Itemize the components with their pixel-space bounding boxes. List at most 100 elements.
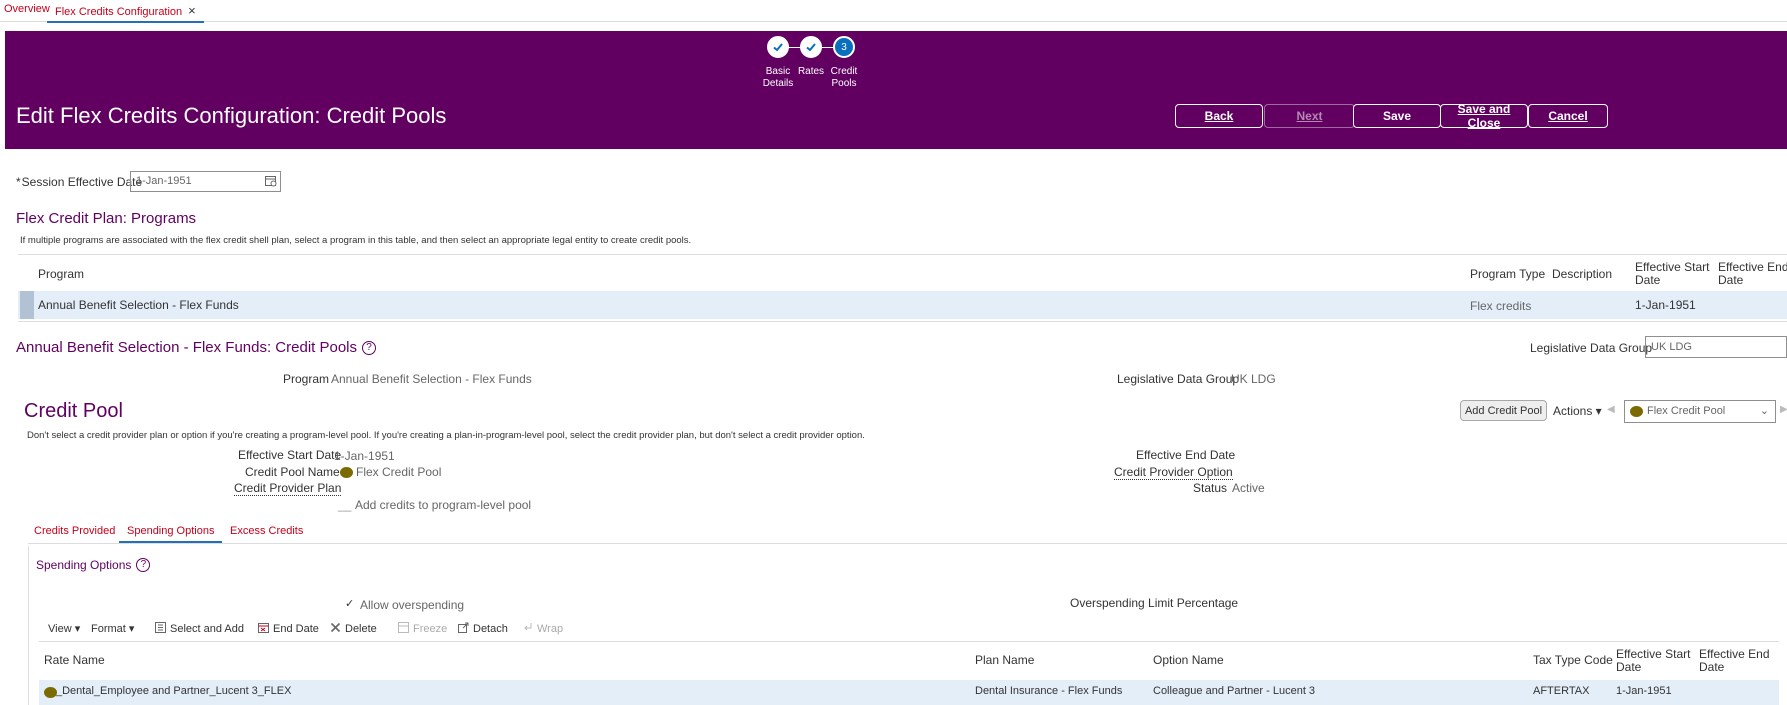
tab-flex-credits-configuration[interactable]: Flex Credits Configuration × (47, 3, 204, 23)
cell-program-type: Flex credits (1470, 299, 1532, 313)
legislative-data-group-label: Legislative Data Group (1117, 372, 1240, 386)
session-effective-date-label: *Session Effective Date (16, 175, 142, 189)
delete-button[interactable]: Delete (330, 622, 377, 635)
freeze-icon (398, 622, 409, 633)
end-date-button[interactable]: End Date (258, 622, 319, 635)
train-step-credit-pools[interactable]: 3 (833, 36, 855, 58)
legislative-data-group-input[interactable]: UK LDG (1645, 336, 1787, 358)
table-row[interactable]: _Dental_Employee and Partner_Lucent 3_FL… (39, 680, 1779, 705)
close-tab-icon[interactable]: × (188, 3, 196, 18)
wrap-icon (524, 623, 532, 631)
effective-end-date-label: Effective End Date (1136, 448, 1236, 462)
step-number: 3 (841, 41, 847, 53)
calendar-icon[interactable] (265, 175, 277, 187)
credit-pool-select[interactable]: Flex Credit Pool ⌄ (1624, 400, 1776, 423)
cell-effective-start-date: 1-Jan-1951 (1616, 685, 1672, 697)
add-credit-pool-button[interactable]: Add Credit Pool (1460, 400, 1547, 421)
session-label-text: Session Effective Date (21, 175, 143, 189)
status-label: Status (1193, 481, 1228, 495)
credit-pools-title-text: Annual Benefit Selection - Flex Funds: C… (16, 339, 358, 356)
delete-label: Delete (345, 623, 377, 635)
column-header-option-name: Option Name (1153, 653, 1224, 667)
programs-instructions: If multiple programs are associated with… (20, 235, 692, 246)
credit-pool-instructions: Don't select a credit provider plan or o… (27, 430, 865, 441)
allow-overspending-checkbox[interactable]: ✓ (345, 597, 354, 610)
table-row[interactable]: Annual Benefit Selection - Flex Funds Fl… (18, 291, 1787, 319)
credit-pool-name-value: Flex Credit Pool (356, 465, 442, 479)
chevron-down-icon: ⌄ (1759, 405, 1769, 417)
train-label-rates: Rates (797, 66, 825, 77)
detach-button[interactable]: Detach (458, 622, 508, 635)
page-header (5, 31, 1787, 149)
effective-start-date-value: 1-Jan-1951 (334, 449, 395, 463)
tab-excess-credits[interactable]: Excess Credits (230, 525, 303, 537)
row-selector[interactable] (20, 291, 34, 319)
cell-effective-start-date: 1-Jan-1951 (1635, 298, 1696, 312)
train-step-rates[interactable] (800, 36, 822, 58)
legislative-data-group-label: Legislative Data Group (1530, 341, 1653, 355)
pool-status-icon (1630, 406, 1643, 417)
spending-options-title-text: Spending Options (36, 558, 132, 572)
column-header-rate-name: Rate Name (44, 653, 105, 667)
previous-pool-icon[interactable]: ◀ (1607, 404, 1615, 415)
wrap-button[interactable]: Wrap (522, 622, 563, 635)
wrap-label: Wrap (537, 623, 564, 635)
programs-table: Program Program Type Description Effecti… (18, 254, 1787, 322)
credit-pool-select-value: Flex Credit Pool (1647, 405, 1726, 417)
credit-pools-section-title: Annual Benefit Selection - Flex Funds: C… (16, 339, 377, 356)
column-header-program: Program (38, 267, 85, 281)
page-title: Edit Flex Credits Configuration: Credit … (16, 103, 447, 128)
train-label-credit-pools: Credit Pools (830, 66, 858, 89)
pool-status-icon (340, 467, 353, 478)
table-divider (39, 641, 1779, 642)
train-step-basic-details[interactable] (767, 36, 789, 58)
tab-credits-provided[interactable]: Credits Provided (34, 525, 115, 537)
tab-spending-options[interactable]: Spending Options (119, 525, 223, 543)
cell-tax-type-code: AFTERTAX (1533, 685, 1590, 697)
cell-option-name: Colleague and Partner - Lucent 3 (1153, 685, 1316, 697)
end-date-icon (258, 623, 269, 633)
column-header-effective-start-date: Effective Start Date (1616, 647, 1691, 674)
help-icon[interactable]: ? (362, 341, 377, 355)
required-marker: * (16, 175, 21, 189)
select-and-add-label: Select and Add (170, 623, 245, 635)
freeze-label: Freeze (413, 623, 448, 635)
back-button[interactable]: Back (1175, 104, 1263, 128)
check-icon (773, 43, 783, 52)
freeze-button[interactable]: Freeze (398, 622, 447, 635)
select-and-add-button[interactable]: Select and Add (155, 622, 244, 635)
format-menu[interactable]: Format ▾ (91, 622, 134, 635)
column-header-description: Description (1552, 267, 1613, 281)
next-button[interactable]: Next (1264, 104, 1355, 128)
next-pool-icon[interactable]: ▶ (1780, 404, 1787, 415)
help-icon[interactable]: ? (136, 558, 151, 572)
top-tab-bar: Overview Flex Credits Configuration × (0, 0, 1787, 23)
tab-overview[interactable]: Overview (4, 3, 50, 15)
overspending-limit-label: Overspending Limit Percentage (1070, 596, 1239, 610)
status-value: Active (1232, 481, 1265, 495)
checkbox-icon[interactable]: __ (338, 498, 351, 512)
spending-options-title: Spending Options? (36, 558, 151, 572)
cancel-button[interactable]: Cancel (1528, 104, 1608, 128)
column-header-program-type: Program Type (1470, 267, 1546, 281)
column-header-effective-start-date: Effective Start Date (1635, 260, 1710, 287)
column-header-effective-end-date: Effective End Date (1718, 260, 1787, 287)
column-header-tax-type-code: Tax Type Code (1533, 653, 1613, 667)
end-date-label: End Date (273, 623, 319, 635)
save-button[interactable]: Save (1353, 104, 1441, 128)
check-icon (806, 43, 816, 52)
column-header-plan-name: Plan Name (975, 653, 1035, 667)
delete-icon (330, 622, 341, 633)
actions-menu[interactable]: Actions ▾ (1553, 404, 1602, 418)
program-label: Program (283, 372, 330, 386)
credit-provider-plan-label: Credit Provider Plan (234, 481, 342, 496)
program-value: Annual Benefit Selection - Flex Funds (331, 372, 532, 386)
view-menu[interactable]: View ▾ (48, 622, 80, 635)
tab-label: Flex Credits Configuration (55, 6, 183, 18)
column-header-effective-end-date: Effective End Date (1699, 647, 1770, 674)
allow-overspending-label: Allow overspending (360, 598, 465, 612)
cell-program: Annual Benefit Selection - Flex Funds (38, 298, 239, 312)
save-and-close-button[interactable]: Save and Close (1440, 102, 1528, 130)
train-label-basic-details: Basic Details (762, 66, 794, 89)
session-effective-date-input[interactable]: 1-Jan-1951 (130, 171, 281, 192)
